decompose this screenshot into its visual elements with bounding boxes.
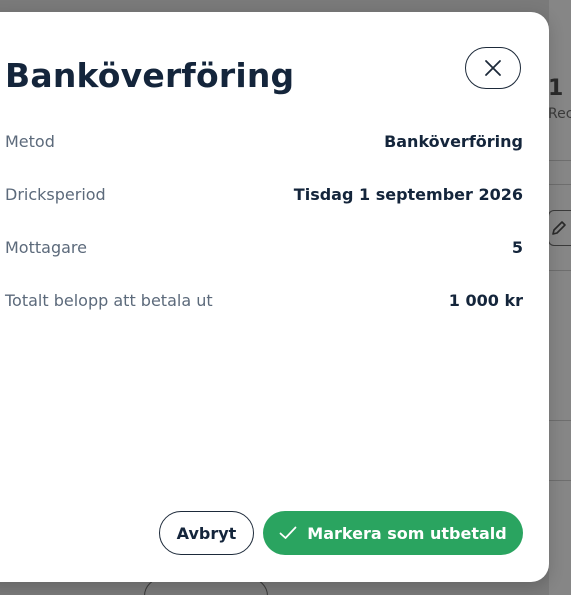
detail-value: 1 000 kr	[448, 291, 523, 310]
detail-value: 5	[511, 238, 523, 257]
background-divider	[549, 184, 571, 185]
background-subtext-fragment: Rec	[548, 106, 571, 122]
detail-label: Dricksperiod	[5, 185, 106, 204]
background-divider	[549, 480, 571, 481]
close-button[interactable]	[465, 47, 521, 89]
detail-value: Banköverföring	[384, 132, 523, 151]
background-edit-button	[548, 210, 571, 246]
transfer-details: Metod Banköverföring Dricksperiod Tisdag…	[5, 128, 523, 340]
background-divider	[549, 420, 571, 421]
mark-as-paid-label: Markera som utbetald	[307, 523, 507, 543]
detail-value: Tisdag 1 september 2026	[293, 185, 523, 204]
detail-label: Mottagare	[5, 238, 87, 257]
pencil-icon	[552, 221, 566, 235]
cancel-button[interactable]: Avbryt	[159, 511, 254, 555]
background-divider	[549, 270, 571, 271]
dialog-title: Banköverföring	[5, 56, 295, 95]
detail-label: Totalt belopp att betala ut	[5, 291, 213, 310]
bank-transfer-dialog: Banköverföring Metod Banköverföring Dric…	[0, 12, 549, 582]
detail-row-total: Totalt belopp att betala ut 1 000 kr	[5, 287, 523, 340]
detail-row-recipients: Mottagare 5	[5, 234, 523, 287]
close-icon	[485, 60, 501, 76]
check-icon	[279, 526, 297, 539]
background-divider	[549, 160, 571, 161]
mark-as-paid-button[interactable]: Markera som utbetald	[263, 511, 523, 555]
detail-row-period: Dricksperiod Tisdag 1 september 2026	[5, 181, 523, 234]
background-heading-fragment: 1 0	[548, 76, 571, 101]
detail-row-method: Metod Banköverföring	[5, 128, 523, 181]
detail-label: Metod	[5, 132, 55, 151]
